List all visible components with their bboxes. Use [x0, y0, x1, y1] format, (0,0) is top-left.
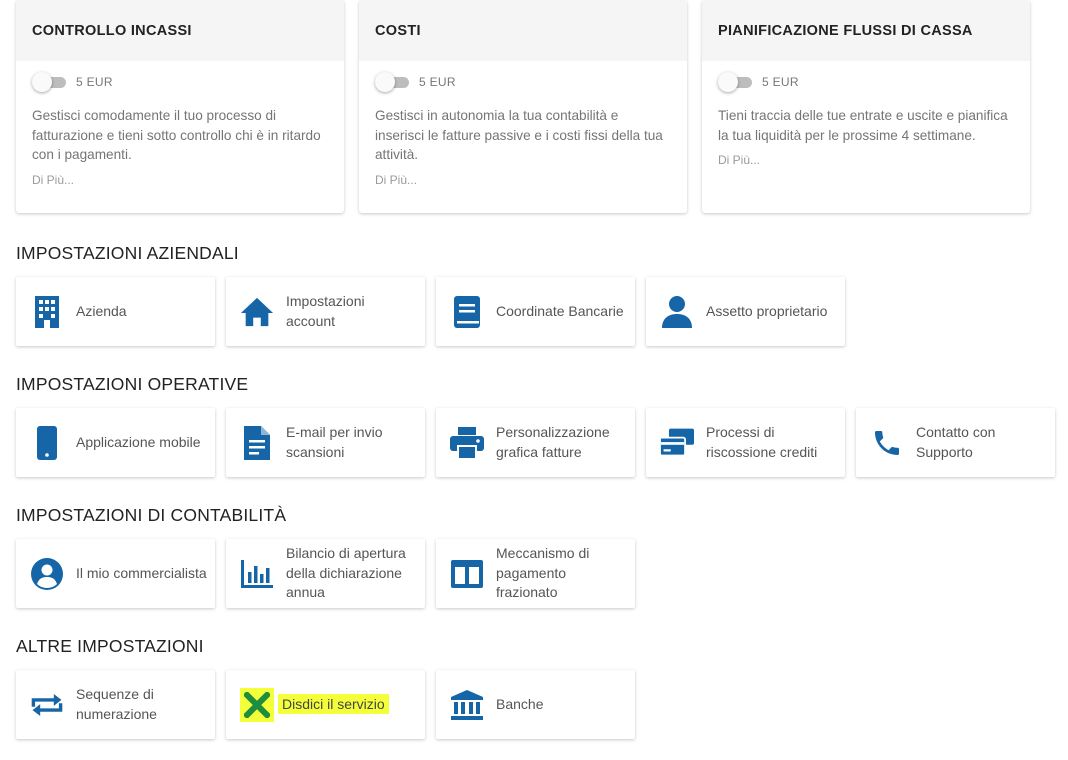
- tile-label: Banche: [496, 695, 544, 712]
- more-link[interactable]: Di Più...: [32, 173, 328, 187]
- repeat-arrows-icon: [30, 688, 64, 722]
- tile-label: Coordinate Bancarie: [496, 302, 624, 319]
- tile-label: Meccanismo di pagamento frazionato: [496, 545, 590, 601]
- tile-label: Disdici il servizio: [278, 693, 397, 715]
- document-icon: [240, 425, 274, 460]
- phone-icon: [870, 426, 904, 460]
- service-card-title: PIANIFICAZIONE FLUSSI DI CASSA: [702, 0, 1030, 61]
- tile-azienda[interactable]: Azienda: [16, 277, 215, 346]
- tile-label: Personalizzazione grafica fatture: [496, 424, 610, 460]
- home-icon: [240, 295, 274, 329]
- service-toggle[interactable]: [718, 72, 756, 92]
- service-card-pianificazione: PIANIFICAZIONE FLUSSI DI CASSA 5 EUR Tie…: [702, 0, 1030, 213]
- tile-label: Assetto proprietario: [706, 302, 828, 319]
- tile-contatto-supporto[interactable]: Contatto con Supporto: [856, 408, 1055, 477]
- tile-sequenze-numerazione[interactable]: Sequenze di numerazione: [16, 670, 215, 739]
- service-card-title: CONTROLLO INCASSI: [16, 0, 344, 61]
- tile-processi-riscossione[interactable]: Processi di riscossione crediti: [646, 408, 845, 477]
- tile-label: E-mail per invio scansioni: [286, 424, 383, 460]
- service-description: Tieni traccia delle tue entrate e uscite…: [718, 108, 1008, 143]
- service-card-costi: COSTI 5 EUR Gestisci in autonomia la tua…: [359, 0, 687, 213]
- service-price: 5 EUR: [762, 75, 799, 89]
- section-title-contabilita: IMPOSTAZIONI DI CONTABILITÀ: [16, 505, 287, 525]
- service-card-controllo-incassi: CONTROLLO INCASSI 5 EUR Gestisci comodam…: [16, 0, 344, 213]
- person-icon: [660, 295, 694, 329]
- service-card-title: COSTI: [359, 0, 687, 61]
- tile-il-mio-commercialista[interactable]: Il mio commercialista: [16, 539, 215, 608]
- tile-assetto-proprietario[interactable]: Assetto proprietario: [646, 277, 845, 346]
- tile-email-scansioni[interactable]: E-mail per invio scansioni: [226, 408, 425, 477]
- split-columns-icon: [450, 557, 484, 591]
- tile-coordinate-bancarie[interactable]: Coordinate Bancarie: [436, 277, 635, 346]
- printer-icon: [450, 426, 484, 460]
- service-description: Gestisci in autonomia la tua contabilità…: [375, 108, 663, 162]
- cancel-x-icon: [240, 687, 274, 722]
- more-link[interactable]: Di Più...: [718, 153, 1014, 167]
- tile-label: Impostazioni account: [286, 293, 365, 329]
- payment-icon: [660, 426, 694, 460]
- section-title-operative: IMPOSTAZIONI OPERATIVE: [16, 374, 249, 394]
- tile-label: Bilancio di apertura della dichiarazione…: [286, 545, 406, 601]
- tile-label: Azienda: [76, 302, 127, 319]
- service-price: 5 EUR: [419, 75, 456, 89]
- tile-impostazioni-account[interactable]: Impostazioni account: [226, 277, 425, 346]
- bank-icon: [450, 688, 484, 722]
- account-circle-icon: [30, 557, 64, 591]
- tile-applicazione-mobile[interactable]: Applicazione mobile: [16, 408, 215, 477]
- book-icon: [450, 295, 484, 329]
- service-toggle[interactable]: [375, 72, 413, 92]
- tile-personalizzazione-grafica[interactable]: Personalizzazione grafica fatture: [436, 408, 635, 477]
- tile-label: Processi di riscossione crediti: [706, 424, 818, 460]
- tile-label: Il mio commercialista: [76, 564, 207, 581]
- service-toggle[interactable]: [32, 72, 70, 92]
- mobile-phone-icon: [30, 425, 64, 460]
- tile-disdici-servizio[interactable]: Disdici il servizio: [226, 670, 425, 739]
- more-link[interactable]: Di Più...: [375, 173, 671, 187]
- tile-pagamento-frazionato[interactable]: Meccanismo di pagamento frazionato: [436, 539, 635, 608]
- tile-label: Applicazione mobile: [76, 433, 201, 450]
- tile-banche[interactable]: Banche: [436, 670, 635, 739]
- service-price: 5 EUR: [76, 75, 113, 89]
- bar-chart-icon: [240, 557, 274, 591]
- tile-label: Sequenze di numerazione: [76, 686, 157, 722]
- section-title-aziendali: IMPOSTAZIONI AZIENDALI: [16, 243, 239, 263]
- tile-bilancio-apertura[interactable]: Bilancio di apertura della dichiarazione…: [226, 539, 425, 608]
- service-description: Gestisci comodamente il tuo processo di …: [32, 108, 321, 162]
- building-icon: [30, 295, 64, 329]
- section-title-altre: ALTRE IMPOSTAZIONI: [16, 636, 204, 656]
- tile-label: Contatto con Supporto: [916, 424, 996, 460]
